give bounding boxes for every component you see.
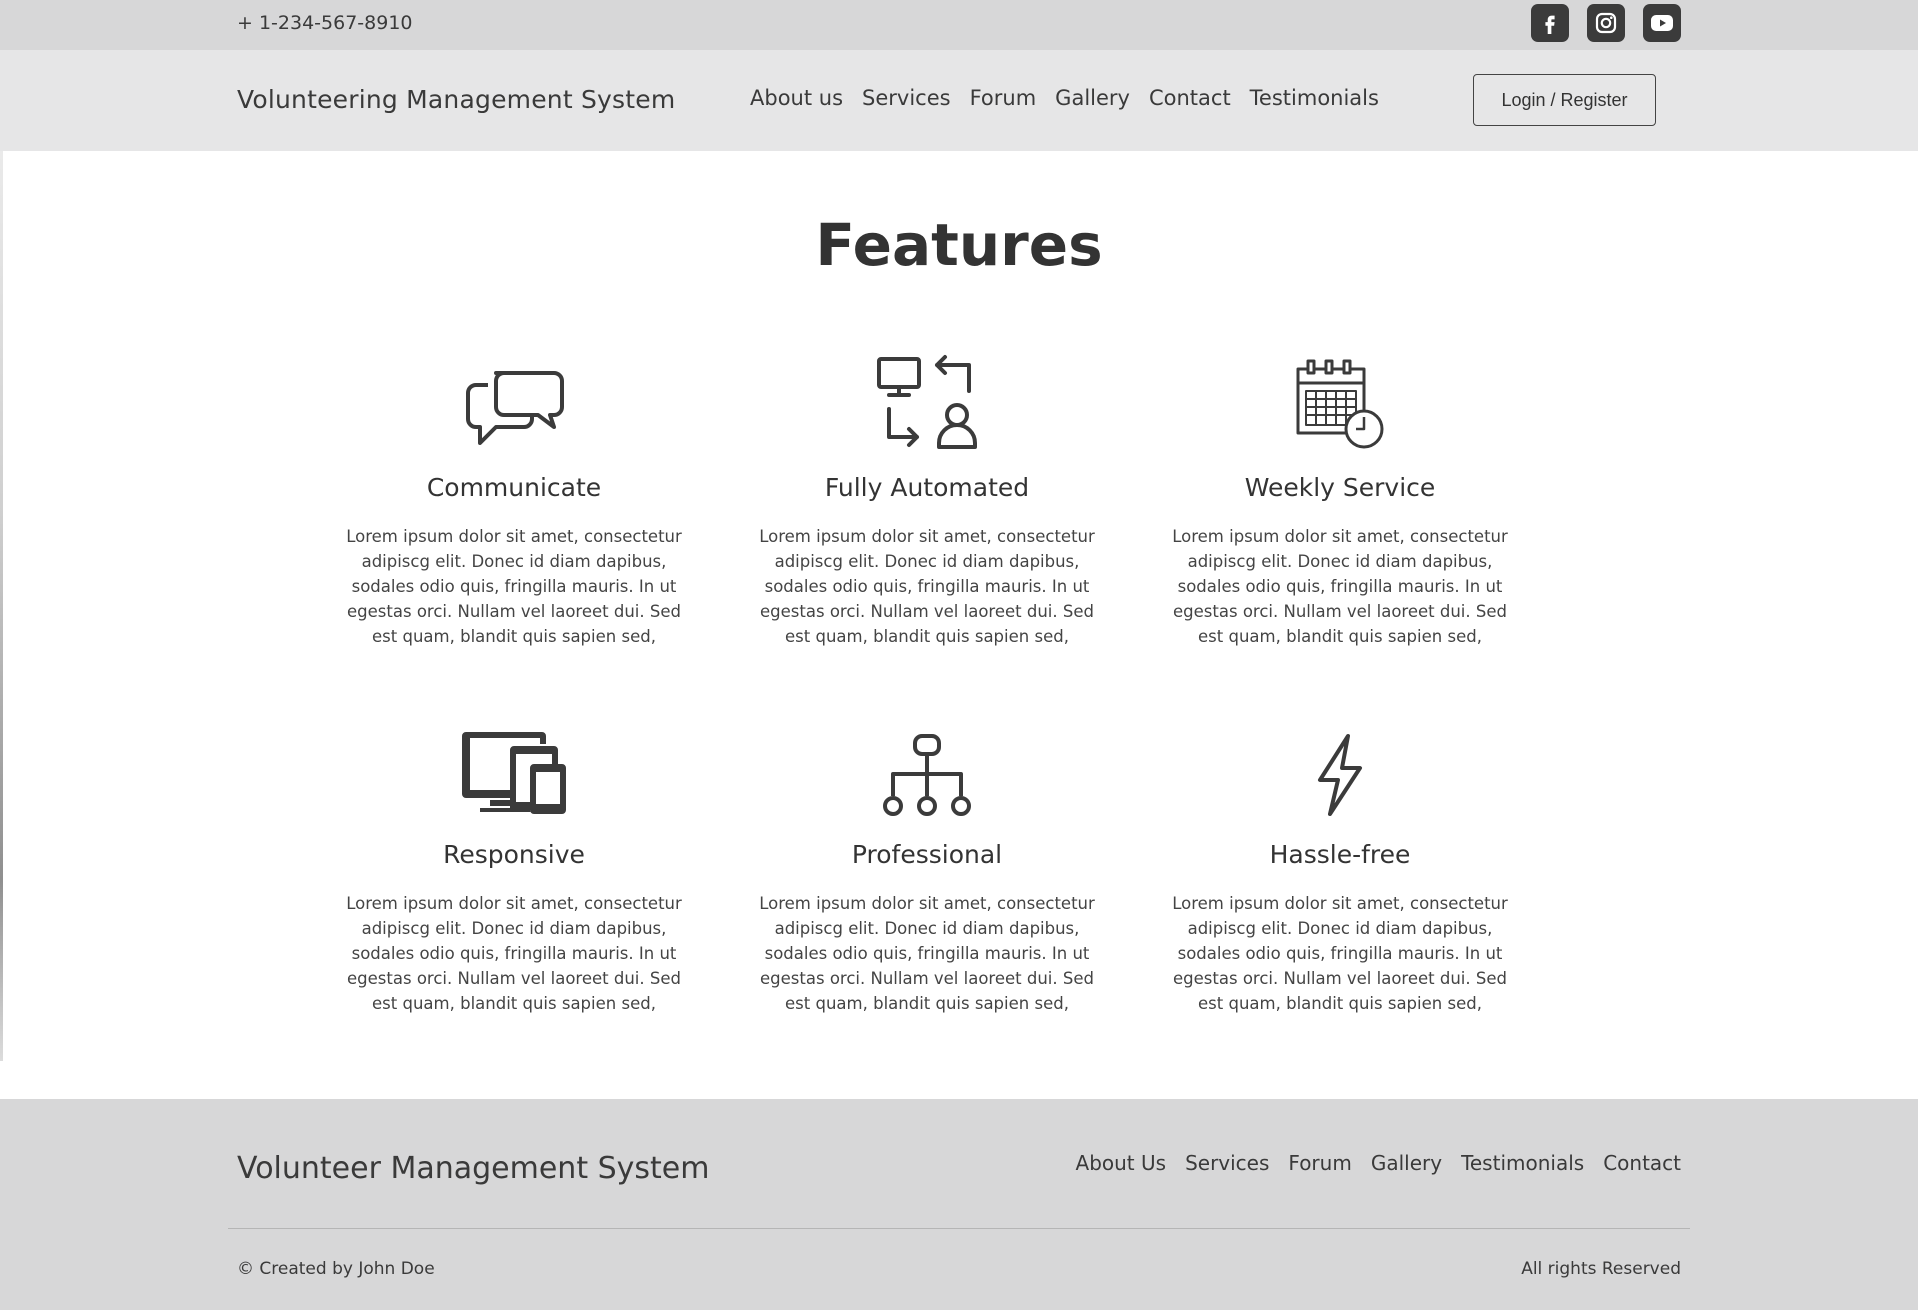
footer-link-gallery[interactable]: Gallery bbox=[1371, 1151, 1442, 1175]
feature-card: Communicate Lorem ipsum dolor sit amet, … bbox=[334, 341, 694, 649]
nav-about-us[interactable]: About us bbox=[750, 86, 843, 110]
footer-link-about-us[interactable]: About Us bbox=[1076, 1151, 1167, 1175]
feature-card: Responsive Lorem ipsum dolor sit amet, c… bbox=[334, 708, 694, 1016]
feature-description: Lorem ipsum dolor sit amet, consectetur … bbox=[346, 527, 682, 646]
login-register-button[interactable]: Login / Register bbox=[1473, 74, 1656, 126]
footer-link-forum[interactable]: Forum bbox=[1288, 1151, 1351, 1175]
feature-description: Lorem ipsum dolor sit amet, consectetur … bbox=[1172, 527, 1508, 646]
feature-description: Lorem ipsum dolor sit amet, consectetur … bbox=[759, 894, 1095, 1013]
lightning-icon bbox=[1160, 708, 1520, 818]
automation-icon bbox=[747, 341, 1107, 451]
feature-description: Lorem ipsum dolor sit amet, consectetur … bbox=[759, 527, 1095, 646]
footer-link-contact[interactable]: Contact bbox=[1603, 1151, 1681, 1175]
feature-title: Hassle-free bbox=[1269, 840, 1411, 869]
nav-contact[interactable]: Contact bbox=[1149, 86, 1231, 110]
feature-title: Professional bbox=[851, 840, 1003, 869]
feature-card: Professional Lorem ipsum dolor sit amet,… bbox=[747, 708, 1107, 1016]
footer-link-testimonials[interactable]: Testimonials bbox=[1461, 1151, 1584, 1175]
feature-description: Lorem ipsum dolor sit amet, consectetur … bbox=[346, 894, 682, 1013]
chat-bubbles-icon bbox=[334, 341, 694, 451]
phone-number: + 1-234-567-8910 bbox=[237, 12, 413, 34]
feature-title: Responsive bbox=[443, 840, 585, 869]
rights-text: All rights Reserved bbox=[1521, 1259, 1681, 1279]
feature-card: Weekly Service Lorem ipsum dolor sit ame… bbox=[1160, 341, 1520, 649]
nav-gallery[interactable]: Gallery bbox=[1055, 86, 1130, 110]
feature-title: Communicate bbox=[426, 473, 602, 502]
footer: Volunteer Management System About Us Ser… bbox=[0, 1099, 1918, 1310]
feature-title: Weekly Service bbox=[1244, 473, 1436, 502]
top-bar: + 1-234-567-8910 bbox=[0, 0, 1918, 50]
feature-title: Fully Automated bbox=[824, 473, 1030, 502]
nav-forum[interactable]: Forum bbox=[970, 86, 1037, 110]
feature-card: Fully Automated Lorem ipsum dolor sit am… bbox=[747, 341, 1107, 649]
feature-card: Hassle-free Lorem ipsum dolor sit amet, … bbox=[1160, 708, 1520, 1016]
main-nav: About us Services Forum Gallery Contact … bbox=[750, 86, 1379, 110]
footer-divider bbox=[228, 1228, 1690, 1229]
footer-link-services[interactable]: Services bbox=[1185, 1151, 1269, 1175]
navigation-bar: Volunteering Management System About us … bbox=[0, 50, 1918, 151]
devices-icon bbox=[334, 708, 694, 818]
facebook-icon[interactable] bbox=[1531, 4, 1569, 42]
copyright-text: © Created by John Doe bbox=[237, 1259, 435, 1279]
brand-name: Volunteering Management System bbox=[237, 85, 676, 114]
nav-testimonials[interactable]: Testimonials bbox=[1250, 86, 1379, 110]
nav-services[interactable]: Services bbox=[862, 86, 951, 110]
instagram-icon[interactable] bbox=[1587, 4, 1625, 42]
features-section: Features Communicate Lorem ipsum dolor s… bbox=[0, 151, 1918, 1101]
youtube-icon[interactable] bbox=[1643, 4, 1681, 42]
hierarchy-icon bbox=[747, 708, 1107, 818]
calendar-clock-icon bbox=[1160, 341, 1520, 451]
footer-brand: Volunteer Management System bbox=[237, 1151, 710, 1186]
features-title: Features bbox=[815, 211, 1103, 279]
feature-description: Lorem ipsum dolor sit amet, consectetur … bbox=[1172, 894, 1508, 1013]
footer-nav: About Us Services Forum Gallery Testimon… bbox=[1076, 1151, 1681, 1175]
